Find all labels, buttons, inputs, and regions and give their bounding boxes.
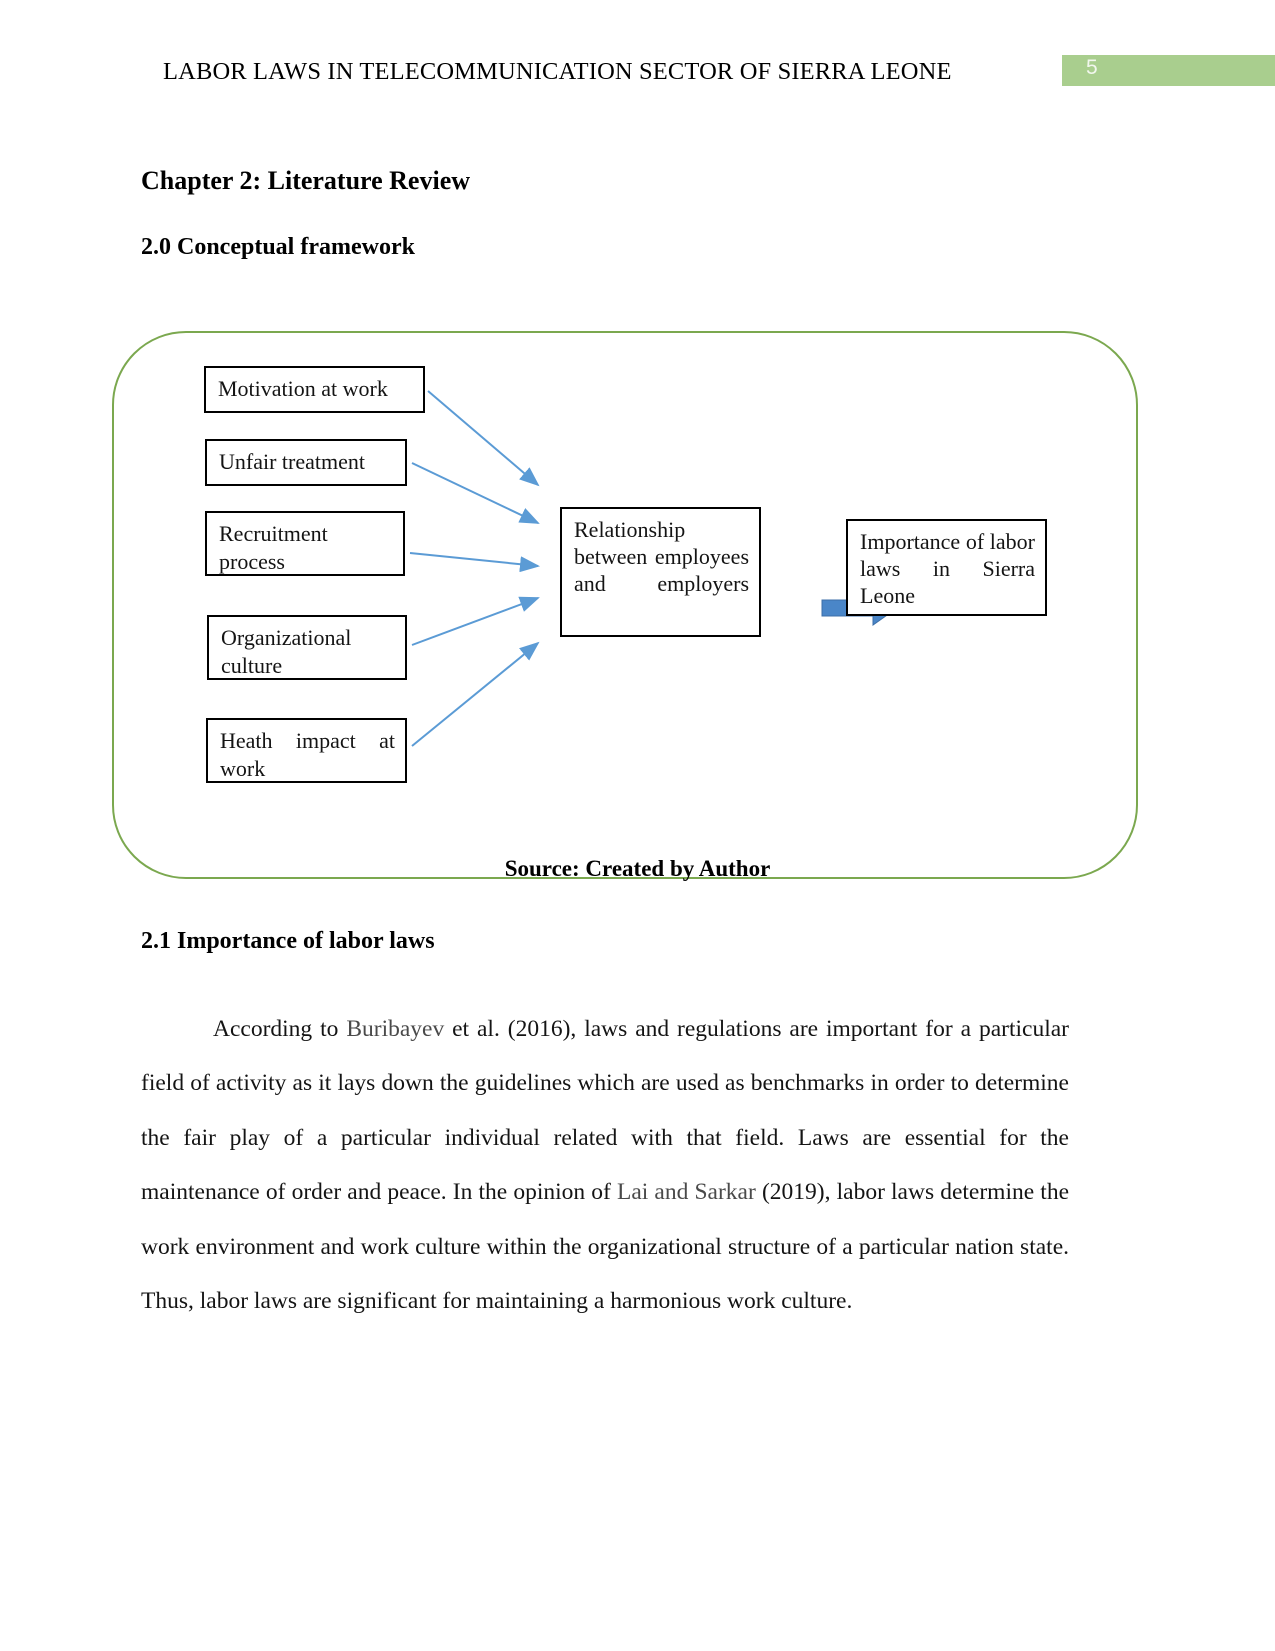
paragraph-text-part-2: et al. (2016), laws and regulations are …	[141, 1015, 1069, 1206]
page-header: LABOR LAWS IN TELECOMMUNICATION SECTOR O…	[0, 0, 1275, 110]
section-heading-2-1: 2.1 Importance of labor laws	[141, 928, 435, 954]
body-paragraph-importance-of-labor-laws: According to Buribayev et al. (2016), la…	[141, 1002, 1069, 1329]
diagram-box-organizational-culture: Organizational culture	[207, 615, 407, 680]
diagram-source-caption: Source: Created by Author	[504, 856, 771, 881]
citation-buribayev: Buribayev	[346, 1015, 445, 1042]
diagram-box-unfair-treatment: Unfair treatment	[205, 439, 407, 486]
paragraph-text-part-1: According to	[213, 1015, 347, 1042]
diagram-box-importance-of-labor-laws: Importance of labor laws in Sierra Leone	[846, 519, 1047, 616]
page-number-badge: 5	[1062, 55, 1275, 86]
diagram-box-relationship-employees-employers: Relationship between employees and emplo…	[560, 507, 761, 637]
diagram-box-recruitment-process: Recruitment process	[205, 511, 405, 576]
diagram-box-motivation-at-work: Motivation at work	[204, 366, 425, 413]
page-number: 5	[1086, 56, 1098, 79]
citation-lai-and-sarkar: Lai and Sarkar	[616, 1179, 756, 1205]
conceptual-framework-diagram: Motivation at work Unfair treatment Recr…	[110, 313, 1140, 883]
diagram-box-heath-impact-at-work: Heath impact at work	[206, 718, 407, 783]
header-title: LABOR LAWS IN TELECOMMUNICATION SECTOR O…	[163, 58, 952, 85]
chapter-heading: Chapter 2: Literature Review	[141, 166, 471, 195]
section-heading-2-0: 2.0 Conceptual framework	[141, 234, 415, 260]
